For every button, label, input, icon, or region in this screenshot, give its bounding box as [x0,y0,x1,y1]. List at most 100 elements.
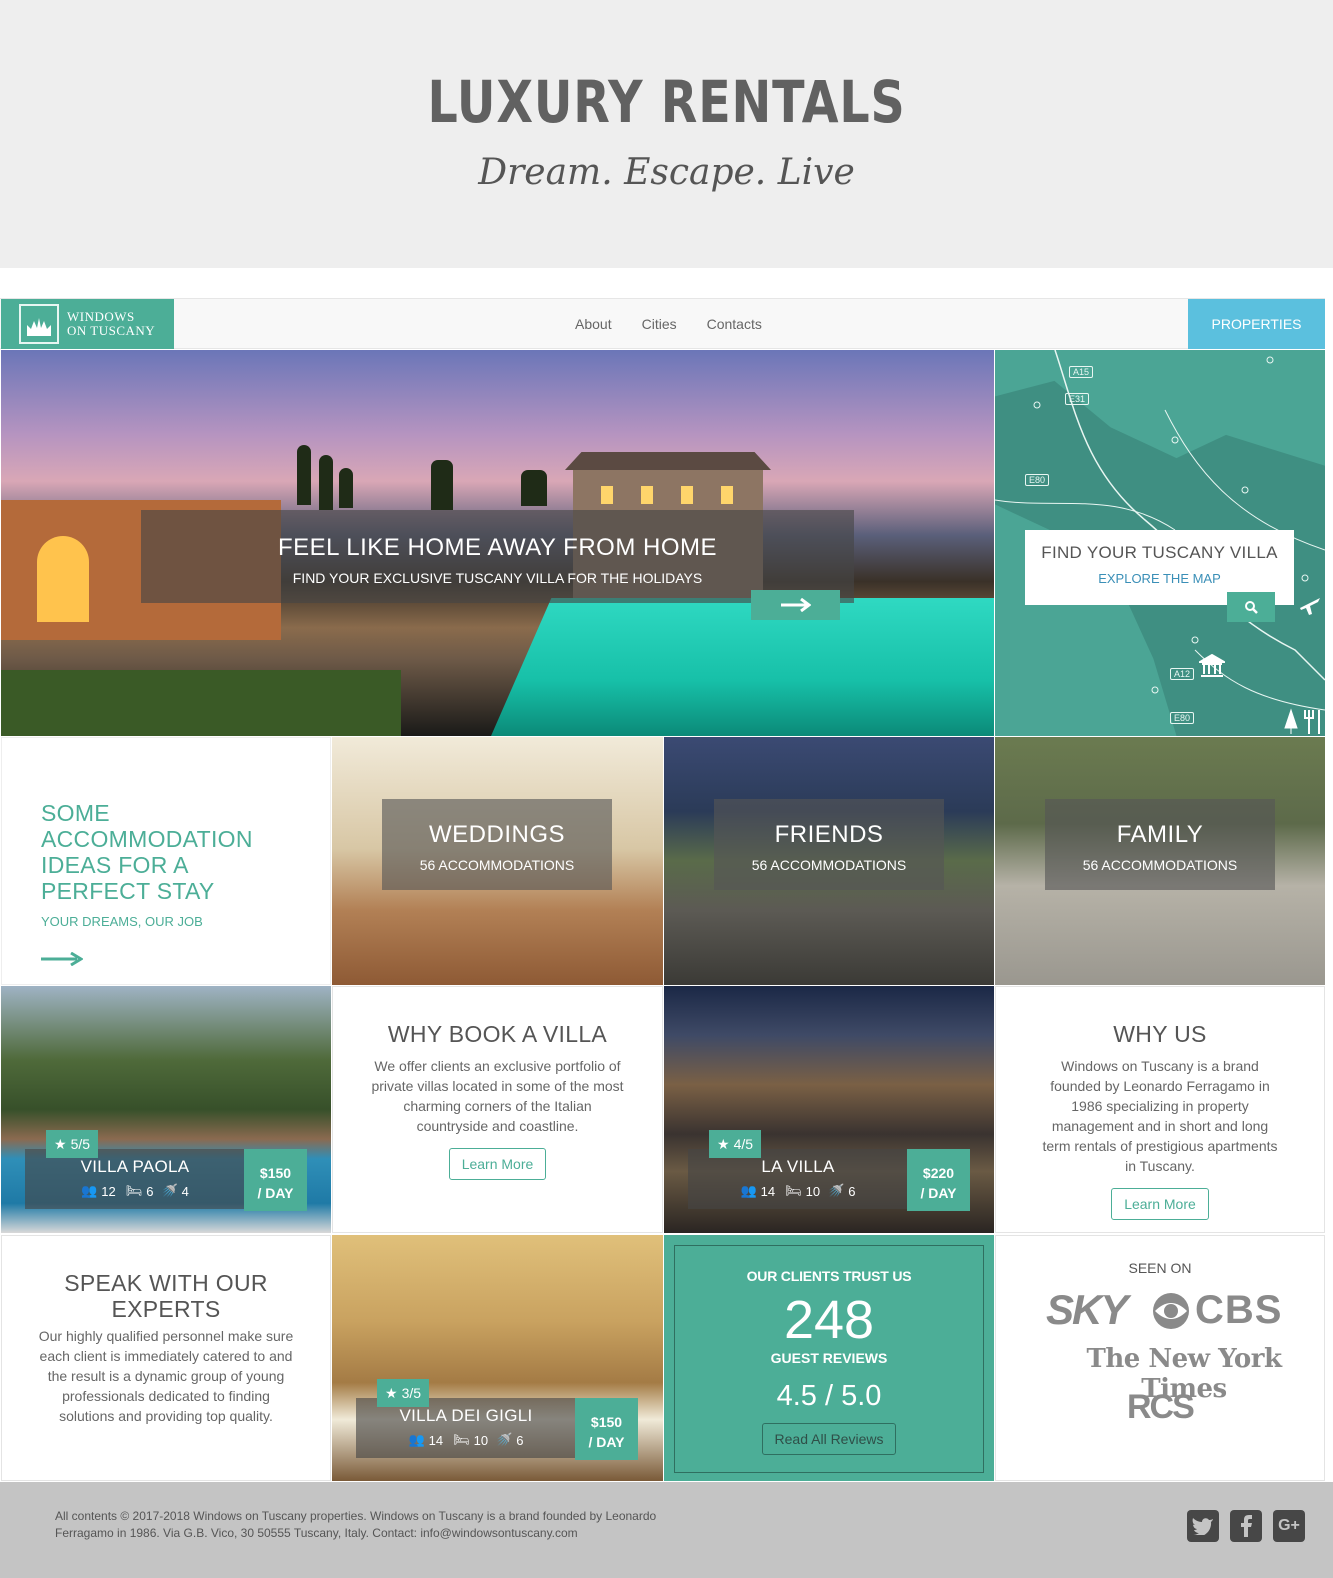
why-us-body: Windows on Tuscany is a brand founded by… [1042,1058,1278,1174]
hero-heading: FEEL LIKE HOME AWAY FROM HOME [277,534,717,561]
hero-caption: FEEL LIKE HOME AWAY FROM HOME FIND YOUR … [141,510,854,603]
bed-icon: 🛏 [785,1183,802,1198]
speak-body: Our highly qualified personnel make sure… [38,1328,294,1424]
properties-button[interactable]: PROPERTIES [1188,299,1325,349]
nav-link-about[interactable]: About [575,316,612,332]
hero-arrow-button[interactable] [751,590,840,620]
villa-stats: 👥 14 🛏 10 🚿 6 [740,1183,856,1199]
facebook-icon[interactable] [1230,1510,1262,1542]
shower-icon: 🚿 [496,1432,513,1447]
restaurant-icon [1284,708,1320,734]
villa-stats: 👥 14 🛏 10 🚿 6 [408,1432,524,1448]
road-label: A12 [1170,668,1195,680]
shower-icon: 🚿 [828,1183,845,1198]
nav-link-contacts[interactable]: Contacts [707,316,762,332]
shower-icon: 🚿 [161,1183,178,1198]
pool [491,598,994,736]
crown-icon [19,304,59,344]
sky-logo: SKY [1046,1286,1128,1333]
villa-price: $150 / DAY [575,1398,638,1460]
road-label: E80 [1025,474,1050,486]
map-card[interactable]: A15 E31 E80 A12 E80 FIND YOUR TUSCANY VI… [995,350,1325,736]
category-weddings[interactable]: WEDDINGS 56 ACCOMMODATIONS [332,737,663,985]
speak-experts-card: SPEAK WITH OUR EXPERTS Our highly qualif… [1,1235,331,1481]
category-family[interactable]: FAMILY 56 ACCOMMODATIONS [995,737,1325,985]
guests-icon: 👥 [740,1183,757,1198]
villa-price: $220 / DAY [907,1149,970,1211]
banner-title: LUXURY RENTALS [427,68,906,136]
arrow-right-icon [780,598,811,612]
road-label: E31 [1065,393,1090,405]
nav-link-cities[interactable]: Cities [642,316,677,332]
airplane-icon [1300,598,1320,615]
villa-stats: 👥 12 🛏 6 🚿 4 [81,1183,189,1199]
map-heading: FIND YOUR TUSCANY VILLA [1041,543,1278,562]
guests-icon: 👥 [81,1183,98,1198]
road-label: A15 [1069,366,1094,378]
museum-icon [1199,654,1225,677]
top-navigation: WINDOWS ON TUSCANY About Cities Contacts… [0,298,1325,349]
rcs-logo: RCS [1127,1388,1195,1426]
villa-name: VILLA PAOLA [80,1157,190,1176]
review-count-label: GUEST REVIEWS [770,1350,888,1366]
villa-card-dei-gigli[interactable]: VILLA DEI GIGLI 👥 14 🛏 10 🚿 6 $150 / DAY ★ 3… [332,1235,663,1481]
explore-map-link[interactable]: EXPLORE THE MAP [1025,571,1294,586]
trust-card: OUR CLIENTS TRUST US 248 GUEST REVIEWS 4… [664,1235,994,1481]
review-count: 248 [783,1290,875,1350]
ideas-heading: SOME ACCOMMODATION IDEAS FOR A PERFECT S… [41,800,253,904]
category-count: 56 ACCOMMODATIONS [751,857,907,873]
category-title: FAMILY [1116,821,1204,848]
villa-card-la-villa[interactable]: LA VILLA 👥 14 🛏 10 🚿 6 $220 / DAY ★ 4/5 [664,986,994,1233]
why-book-learn-more-button[interactable]: Learn More [448,1148,547,1180]
why-us-card: WHY US Windows on Tuscany is a brand fou… [995,986,1325,1233]
road-label: E80 [1170,712,1195,724]
villa-name: LA VILLA [761,1157,835,1176]
why-book-body: We offer clients an exclusive portfolio … [371,1058,624,1134]
seen-on-card: SEEN ON SKY CBS The New York Times RCS [995,1235,1325,1481]
nav-links: About Cities Contacts [575,299,762,349]
page-banner: LUXURY RENTALS Dream. Escape. Live [0,0,1333,268]
logo-wordmark: WINDOWS ON TUSCANY [67,309,156,338]
hero-subheading: FIND YOUR EXCLUSIVE TUSCANY VILLA FOR TH… [292,570,703,586]
villa-name: VILLA DEI GIGLI [399,1406,533,1425]
star-icon: ★ [54,1135,67,1152]
villa-price: $150 / DAY [244,1149,307,1211]
category-friends[interactable]: FRIENDS 56 ACCOMMODATIONS [664,737,994,985]
banner-tagline: Dream. Escape. Live [478,152,855,193]
cbs-logo: CBS [1151,1288,1282,1333]
bed-icon: 🛏 [453,1432,470,1447]
villa-rating: ★ 3/5 [377,1379,430,1407]
page-footer: All contents © 2017-2018 Windows on Tusc… [0,1482,1333,1578]
seen-on-heading: SEEN ON [1128,1260,1192,1276]
star-icon: ★ [717,1135,730,1152]
why-us-heading: WHY US [1113,1021,1207,1047]
category-count: 56 ACCOMMODATIONS [1082,857,1238,873]
read-all-reviews-button[interactable]: Read All Reviews [761,1423,897,1455]
guests-icon: 👥 [408,1432,425,1447]
villa-card-paola[interactable]: VILLA PAOLA 👥 12 🛏 6 🚿 4 $150 / DAY ★ 5/5 [1,986,331,1233]
speak-heading: SPEAK WITH OUR EXPERTS [64,1270,268,1322]
cbs-eye-icon [1153,1292,1189,1329]
google-plus-icon[interactable]: G+ [1273,1510,1305,1542]
average-rating: 4.5 / 5.0 [776,1380,882,1412]
map-search-button[interactable] [1227,592,1275,622]
search-icon [1245,601,1258,614]
twitter-icon[interactable] [1187,1510,1219,1542]
star-icon: ★ [385,1384,398,1401]
category-title: FRIENDS [774,821,884,848]
bed-icon: 🛏 [125,1183,143,1198]
arrow-right-icon[interactable] [41,952,83,966]
footer-copyright: All contents © 2017-2018 Windows on Tusc… [55,1509,657,1540]
villa-rating: ★ 5/5 [46,1130,99,1158]
ideas-subheading: YOUR DREAMS, OUR JOB [41,914,203,929]
why-book-card: WHY BOOK A VILLA We offer clients an exc… [332,986,663,1233]
category-title: WEDDINGS [429,821,565,848]
ideas-card: SOME ACCOMMODATION IDEAS FOR A PERFECT S… [1,737,331,985]
category-count: 56 ACCOMMODATIONS [419,857,575,873]
trust-heading: OUR CLIENTS TRUST US [746,1268,912,1284]
site-logo[interactable]: WINDOWS ON TUSCANY [1,299,174,349]
why-us-learn-more-button[interactable]: Learn More [1111,1188,1209,1220]
villa-rating: ★ 4/5 [709,1130,762,1158]
hero-section: FEEL LIKE HOME AWAY FROM HOME FIND YOUR … [1,350,994,736]
why-book-heading: WHY BOOK A VILLA [387,1021,608,1047]
